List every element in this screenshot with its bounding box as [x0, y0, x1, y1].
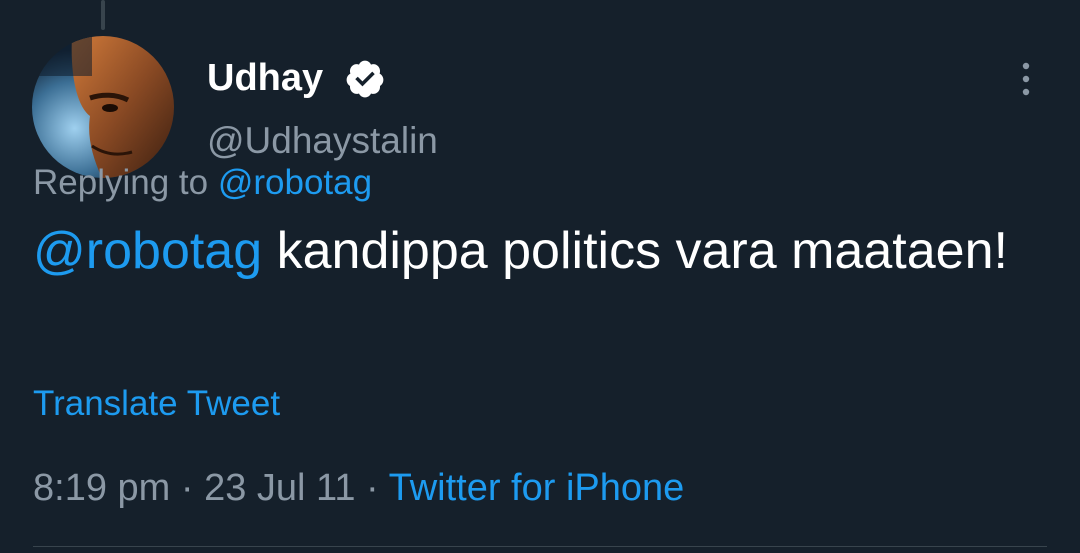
tweet-text: @robotag kandippa politics vara maataen!: [33, 216, 1043, 286]
replying-to-label: Replying to: [33, 163, 218, 202]
more-vertical-icon[interactable]: [1014, 60, 1038, 100]
author-handle[interactable]: @Udhaystalin: [207, 118, 438, 164]
tweet-source[interactable]: Twitter for iPhone: [389, 467, 685, 509]
translate-tweet-link[interactable]: Translate Tweet: [33, 381, 280, 427]
avatar-photo: [32, 36, 174, 178]
thread-connector-line: [101, 0, 105, 30]
replying-to-mention[interactable]: @robotag: [218, 163, 372, 202]
tweet-metadata: 8:19 pm · 23 Jul 11 · Twitter for iPhone: [33, 464, 684, 512]
divider: [33, 546, 1047, 547]
meta-separator: ·: [355, 467, 389, 509]
replying-to: Replying to @robotag: [33, 160, 372, 206]
tweet-date[interactable]: 23 Jul 11: [204, 467, 355, 509]
verified-badge-icon: [346, 60, 384, 98]
avatar[interactable]: [32, 36, 174, 178]
author-name[interactable]: Udhay: [207, 54, 323, 102]
tweet-time[interactable]: 8:19 pm: [33, 467, 170, 509]
tweet-mention[interactable]: @robotag: [33, 222, 262, 280]
tweet-detail: Udhay @Udhaystalin Replying to @robotag …: [0, 0, 1080, 553]
tweet-body: kandippa politics vara maataen!: [262, 222, 1008, 280]
meta-separator: ·: [170, 467, 205, 509]
